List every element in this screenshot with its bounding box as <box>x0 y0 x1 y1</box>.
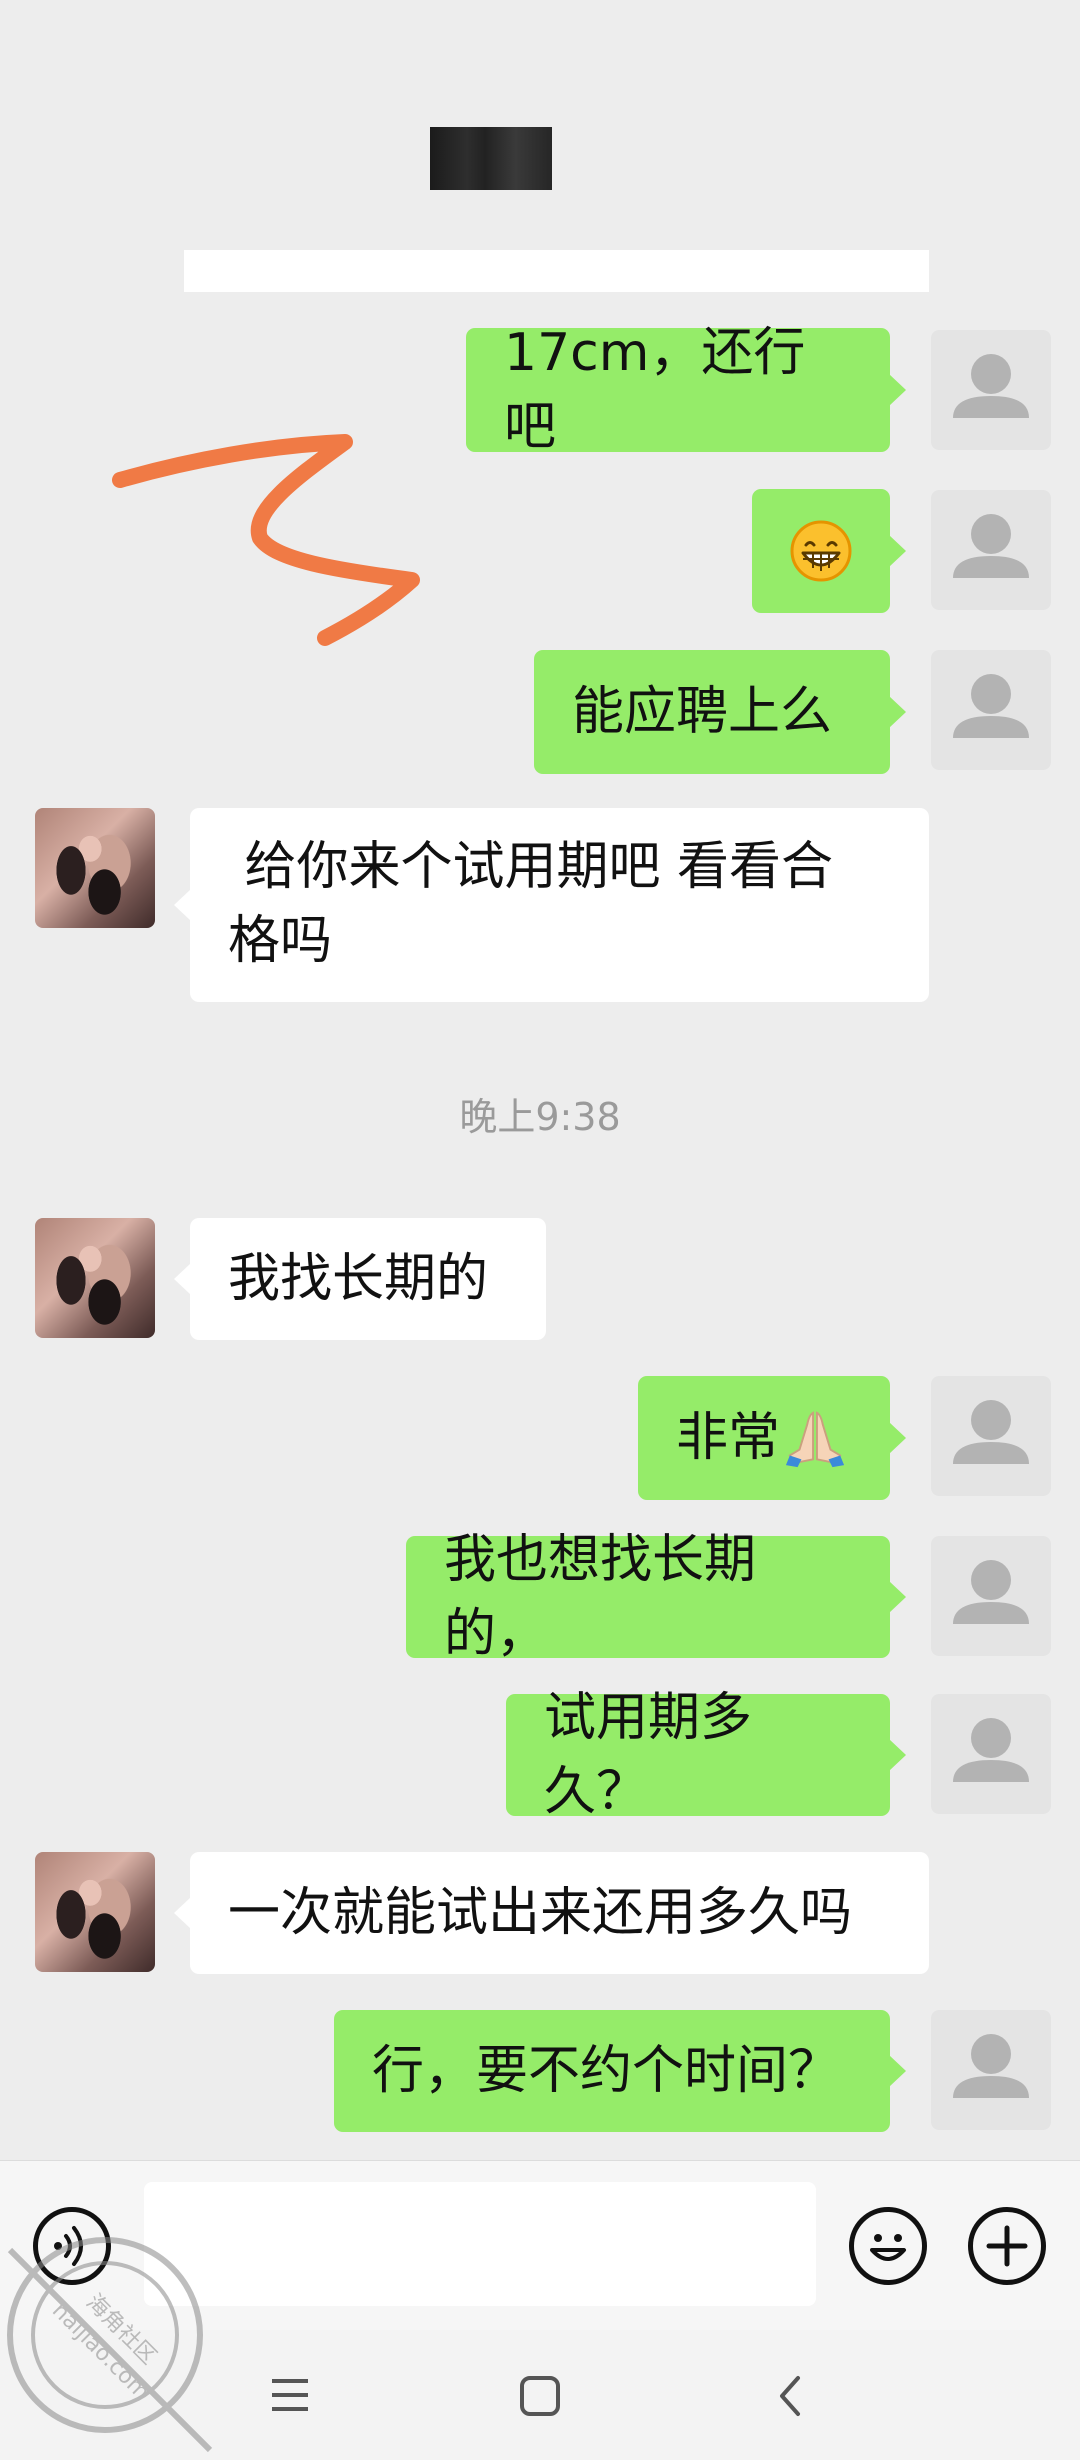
message-bubble-outgoing[interactable] <box>752 489 906 613</box>
folded-hands-emoji-icon <box>785 1411 845 1468</box>
home-icon[interactable] <box>518 2374 562 2418</box>
message-text: 行，要不约个时间？ <box>372 2041 841 2101</box>
plus-button[interactable] <box>968 2207 1046 2285</box>
grinning-face-emoji-icon <box>790 520 852 582</box>
my-avatar[interactable] <box>931 490 1051 610</box>
message-text: 能应聘上么 <box>572 682 833 742</box>
message-bubble-outgoing[interactable]: 非常 <box>638 1376 906 1500</box>
message-text: 给你来个试用期吧 看看合 格吗 <box>228 837 834 971</box>
message-text: 一次就能试出来还用多久吗 <box>228 1883 853 1943</box>
person-icon <box>953 514 1029 578</box>
scribble-annotation <box>112 434 420 646</box>
back-icon[interactable] <box>774 2372 806 2420</box>
contact-avatar[interactable] <box>35 1218 155 1338</box>
message-bubble-outgoing[interactable]: 我也想找长期的， <box>406 1530 906 1664</box>
plus-icon <box>986 2225 1028 2267</box>
message-text: 17cm，还行吧 <box>504 323 806 457</box>
person-icon <box>953 354 1029 418</box>
message-input[interactable] <box>144 2182 816 2306</box>
person-icon <box>953 1560 1029 1624</box>
redaction-strip <box>184 250 929 292</box>
message-bubble-outgoing[interactable]: 试用期多久？ <box>506 1688 906 1822</box>
person-icon <box>953 1400 1029 1464</box>
my-avatar[interactable] <box>931 1536 1051 1656</box>
message-bubble-incoming[interactable]: 给你来个试用期吧 看看合 格吗 <box>174 808 929 1002</box>
emoji-button[interactable] <box>849 2207 927 2285</box>
message-bubble-outgoing[interactable]: 能应聘上么 <box>534 650 906 774</box>
my-avatar[interactable] <box>931 1376 1051 1496</box>
message-bubble-outgoing[interactable]: 行，要不约个时间？ <box>334 2010 906 2132</box>
chat-title-redacted <box>430 127 552 190</box>
watermark-logo: 海角社区 haijiao.com <box>7 2237 213 2453</box>
person-icon <box>953 674 1029 738</box>
my-avatar[interactable] <box>931 650 1051 770</box>
emoji-icon <box>870 2234 906 2261</box>
message-bubble-incoming[interactable]: 一次就能试出来还用多久吗 <box>174 1852 929 1974</box>
person-icon <box>953 2034 1029 2098</box>
contact-avatar[interactable] <box>35 1852 155 1972</box>
message-text: 我也想找长期的， <box>444 1530 757 1664</box>
message-bubble-outgoing[interactable]: 17cm，还行吧 <box>466 323 906 457</box>
message-bubble-incoming[interactable]: 我找长期的 <box>174 1218 546 1340</box>
person-icon <box>953 1718 1029 1782</box>
my-avatar[interactable] <box>931 1694 1051 1814</box>
message-text: 非常 <box>676 1408 781 1468</box>
message-text: 试用期多久？ <box>544 1688 753 1822</box>
my-avatar[interactable] <box>931 330 1051 450</box>
my-avatar[interactable] <box>931 2010 1051 2130</box>
contact-avatar[interactable] <box>35 808 155 928</box>
message-timestamp: 晚上9:38 <box>459 1095 621 1139</box>
menu-icon[interactable] <box>268 2375 312 2415</box>
message-text: 我找长期的 <box>228 1249 489 1309</box>
